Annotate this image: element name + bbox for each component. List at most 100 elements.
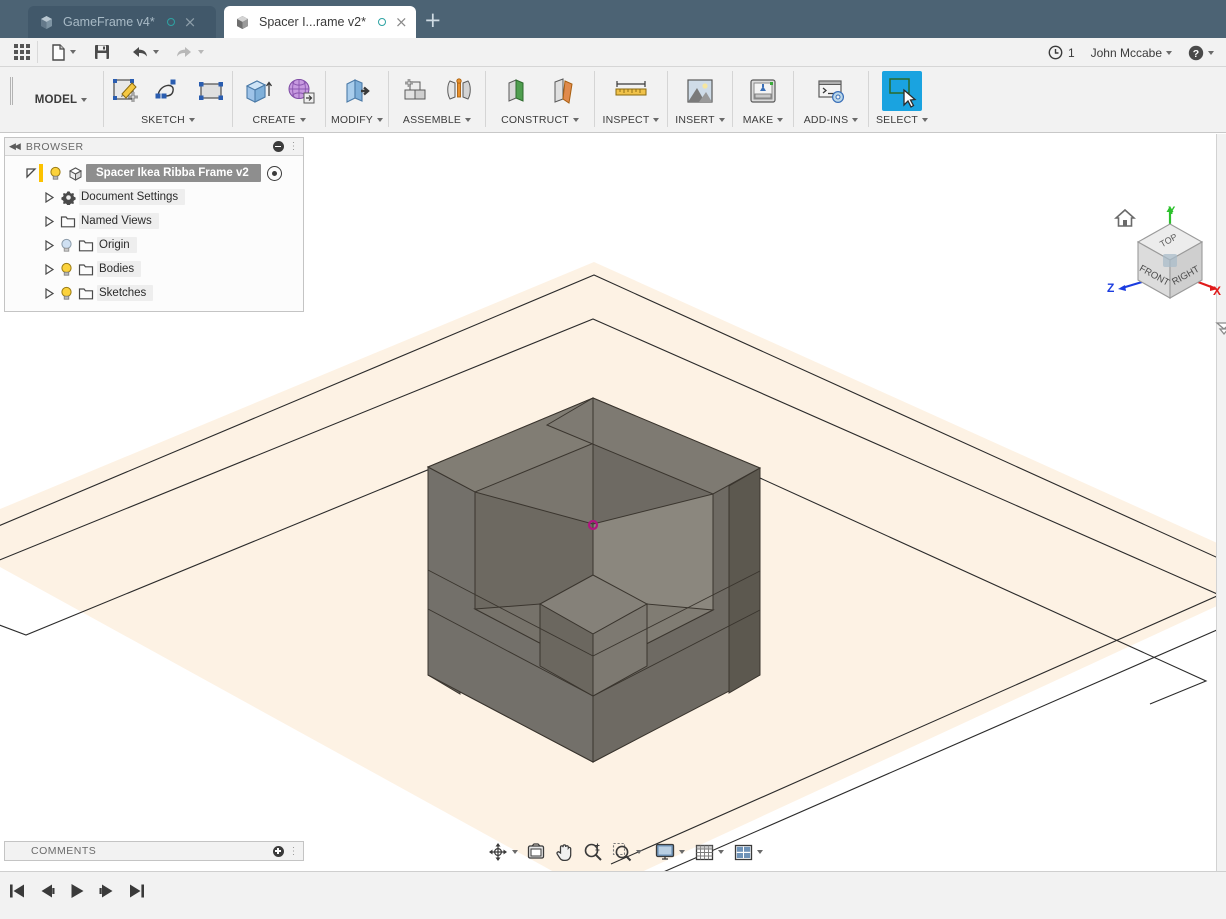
new-component-button[interactable] [396,71,436,111]
measure-button[interactable] [611,71,651,111]
scripts-addins-button[interactable] [811,71,851,111]
lightbulb-icon[interactable] [46,166,64,181]
tree-item-root[interactable]: Spacer Ikea Ribba Frame v2 [5,161,303,185]
orbit-button[interactable] [486,840,520,864]
create-sketch-button[interactable] [105,71,145,111]
group-label-text: MODIFY [330,114,374,126]
insert-image-icon [687,79,713,103]
ribbon-group-label[interactable]: SKETCH [141,114,195,126]
lightbulb-icon[interactable] [57,262,75,277]
offset-plane-button[interactable] [499,71,539,111]
tree-item-origin[interactable]: Origin [5,233,303,257]
redo-button[interactable] [171,40,208,65]
lightbulb-off-icon[interactable] [57,238,75,253]
ribbon-group-label[interactable]: MODIFY [330,114,384,126]
job-status-count: 1 [1067,45,1075,60]
new-tab-button[interactable]: + [424,10,442,31]
step-forward-button[interactable] [98,882,116,905]
expand-twisty-open-icon[interactable] [23,167,39,179]
view-cube[interactable]: Y Z X TOP FRONT RIGHT [1104,202,1224,322]
group-label-text: CREATE [252,114,296,126]
display-settings-button[interactable] [653,840,687,864]
tree-item-named-views[interactable]: Named Views [5,209,303,233]
expand-twisty-icon[interactable] [41,263,57,275]
sync-dot [166,18,175,26]
extrude-button[interactable] [238,71,278,111]
browser-title: BROWSER [25,140,84,153]
ribbon-group-label[interactable]: CONSTRUCT [501,114,579,126]
create-form-button[interactable] [281,71,321,111]
go-to-end-button[interactable] [128,882,146,905]
go-to-beginning-button[interactable] [8,882,26,905]
create-sketch-icon [113,79,138,102]
panel-resize-icon[interactable]: ⋮ [289,141,300,152]
collapse-left-icon[interactable]: ◀◀ [9,142,21,152]
spline-button[interactable] [148,71,188,111]
look-at-button[interactable] [524,840,548,864]
undo-button[interactable] [126,40,163,65]
view-cube-widget[interactable]: Y Z X TOP FRONT RIGHT [1104,202,1226,336]
save-button[interactable] [90,40,114,65]
tree-item-document-settings[interactable]: Document Settings [5,185,303,209]
group-label-text: SKETCH [141,114,185,126]
ribbon-group-label[interactable]: INSERT [675,114,725,126]
help-icon: ? [1188,45,1204,60]
scripts-addins-icon [818,80,845,104]
expand-twisty-icon[interactable] [41,239,57,251]
new-file-button[interactable] [47,40,80,65]
new-component-icon [404,79,425,100]
joint-button[interactable] [439,71,479,111]
user-menu-button[interactable]: John Mccabe [1083,40,1180,65]
step-back-button[interactable] [38,882,56,905]
group-label-text: INSPECT [602,114,650,126]
ribbon-grip[interactable] [10,77,13,105]
comments-panel-header[interactable]: COMMENTS ⋮ [4,841,304,861]
ribbon-group-label[interactable]: INSPECT [603,114,660,126]
document-tab-0[interactable]: GameFrame v4* × [28,6,216,38]
grid-snap-button[interactable] [693,840,726,864]
redo-icon [177,46,191,57]
zoom-button[interactable] [581,840,605,864]
lightbulb-icon[interactable] [57,286,75,301]
ribbon-group-label[interactable]: MAKE [743,114,784,126]
document-tab-1[interactable]: Spacer I...rame v2* × [224,6,416,38]
close-icon[interactable]: × [184,14,197,30]
chevron-down-icon [679,850,685,854]
tree-item-bodies[interactable]: Bodies [5,257,303,281]
ribbon-group-label[interactable]: ADD-INS [804,114,859,126]
insert-image-button[interactable] [680,71,720,111]
create-form-icon [288,79,314,104]
viewports-button[interactable] [732,840,765,864]
group-label-text: INSERT [675,114,715,126]
ribbon-group-construct: CONSTRUCT [486,67,594,133]
expand-twisty-icon[interactable] [41,215,57,227]
pan-button[interactable] [553,840,576,864]
circle-minus-icon[interactable] [272,141,284,152]
select-button[interactable] [882,71,922,111]
job-status-button[interactable]: 1 [1040,40,1083,65]
plane-angle-button[interactable] [542,71,582,111]
zoom-window-button[interactable] [610,840,644,864]
ribbon-group-label[interactable]: ASSEMBLE [403,114,472,126]
ribbon-group-label[interactable]: SELECT [876,114,929,126]
press-pull-button[interactable] [337,71,377,111]
group-label-text: ADD-INS [803,114,849,126]
expand-twisty-icon[interactable] [41,287,57,299]
close-icon[interactable]: × [395,14,408,30]
apps-grid-button[interactable] [10,40,34,65]
chevron-down-icon [377,118,384,122]
expand-twisty-icon[interactable] [41,191,57,203]
rectangle-icon [199,82,223,100]
workspace-selector[interactable]: MODEL [19,67,103,133]
tree-item-sketches[interactable]: Sketches [5,281,303,305]
ribbon-group-label[interactable]: CREATE [252,114,306,126]
rectangle-button[interactable] [191,71,231,111]
3d-print-button[interactable] [743,71,783,111]
ribbon-group-inspect: INSPECT [595,67,667,133]
help-button[interactable]: ? [1180,40,1222,65]
circle-plus-icon[interactable] [272,845,284,857]
play-button[interactable] [68,882,86,905]
activate-component-radio[interactable] [266,165,282,181]
chevron-down-icon [70,50,76,54]
panel-resize-icon[interactable]: ⋮ [289,846,300,857]
